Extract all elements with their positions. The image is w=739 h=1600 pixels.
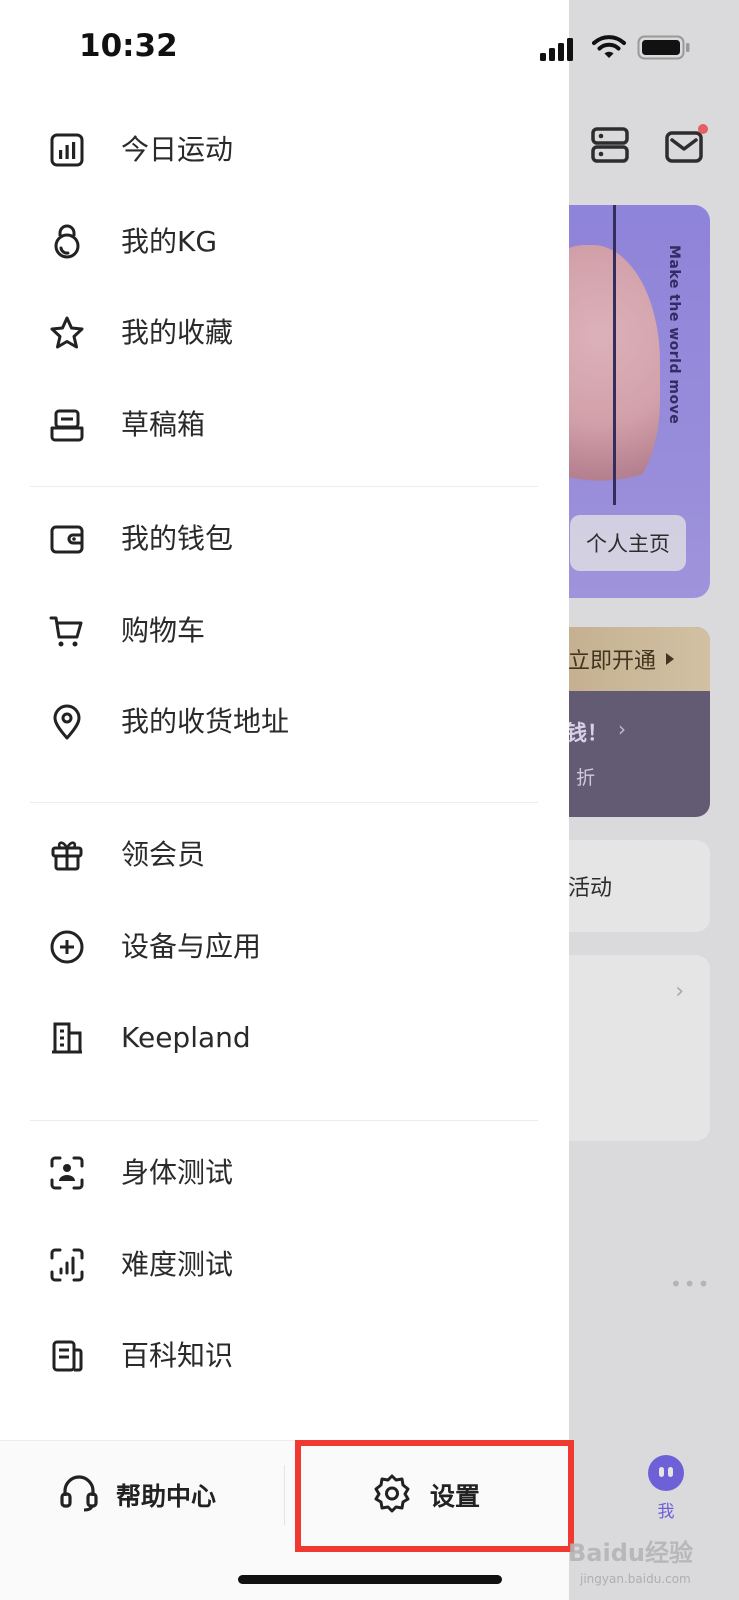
star-icon — [49, 315, 85, 351]
difficulty-scan-icon — [49, 1247, 85, 1283]
menu-item-label: 设备与应用 — [121, 929, 262, 963]
menu-item-label: 我的收藏 — [121, 316, 234, 349]
plus-circle-icon — [49, 929, 85, 965]
status-bar: 10:32 — [0, 0, 739, 96]
menu-item[interactable]: 我的收藏 — [0, 301, 540, 365]
menu-item[interactable]: 草稿箱 — [0, 393, 540, 457]
menu-item[interactable]: 我的KG — [0, 210, 540, 274]
help-center-button[interactable]: 帮助中心 — [58, 1469, 216, 1521]
menu-item-label: 我的收货地址 — [121, 705, 290, 738]
status-time: 10:32 — [79, 28, 178, 64]
chart-bars-icon — [49, 132, 85, 168]
menu-item-label: 领会员 — [121, 838, 206, 871]
watermark-url: jingyan.baidu.com — [580, 1572, 691, 1586]
menu-item-label: 今日运动 — [121, 133, 234, 166]
menu-item[interactable]: 领会员 — [0, 823, 540, 887]
help-center-label: 帮助中心 — [116, 1482, 217, 1511]
menu-item[interactable]: 身体测试 — [0, 1141, 540, 1205]
menu-item-label: 难度测试 — [121, 1247, 234, 1281]
drafts-icon — [49, 407, 85, 443]
menu-item-label: Keepland — [121, 1021, 251, 1054]
location-pin-icon — [49, 704, 85, 740]
menu-divider — [30, 802, 538, 803]
cellular-signal-icon — [540, 38, 578, 66]
encyclopedia-icon — [49, 1338, 85, 1374]
home-indicator[interactable] — [238, 1575, 502, 1584]
menu-item[interactable]: 百科知识 — [0, 1324, 540, 1388]
body-scan-icon — [49, 1155, 85, 1191]
menu-item[interactable]: 设备与应用 — [0, 915, 540, 979]
menu-item[interactable]: 今日运动 — [0, 118, 540, 182]
wallet-icon — [49, 521, 85, 557]
battery-icon — [637, 35, 691, 65]
menu-item-label: 草稿箱 — [121, 407, 206, 441]
menu-item[interactable]: 难度测试 — [0, 1233, 540, 1297]
menu-item[interactable]: 我的收货地址 — [0, 690, 540, 754]
menu-item[interactable]: Keepland — [0, 1006, 540, 1070]
menu-divider — [30, 486, 538, 487]
menu-item-label: 我的KG — [121, 224, 218, 258]
divider — [284, 1465, 285, 1525]
menu-divider — [30, 1120, 538, 1121]
menu-item-label: 购物车 — [121, 613, 206, 647]
kettlebell-icon — [49, 224, 85, 260]
menu-item[interactable]: 我的钱包 — [0, 507, 540, 571]
cart-icon — [49, 613, 85, 649]
building-icon — [49, 1020, 85, 1056]
gift-icon — [49, 837, 85, 873]
menu-item[interactable]: 购物车 — [0, 599, 540, 663]
dim-overlay[interactable] — [569, 0, 739, 1600]
settings-highlight-box — [295, 1440, 574, 1552]
side-drawer: 今日运动我的KG 我的收藏草稿箱我的钱包购物车我的收货地址 领会员设备与应用 Keep… — [0, 0, 569, 1600]
menu-item-label: 身体测试 — [121, 1156, 234, 1189]
watermark-brand: Baidu经验 — [568, 1539, 693, 1567]
wifi-icon — [592, 34, 626, 64]
menu-item-label: 我的钱包 — [121, 522, 234, 555]
menu-item-label: 百科知识 — [121, 1339, 234, 1372]
headset-icon — [58, 1472, 100, 1518]
